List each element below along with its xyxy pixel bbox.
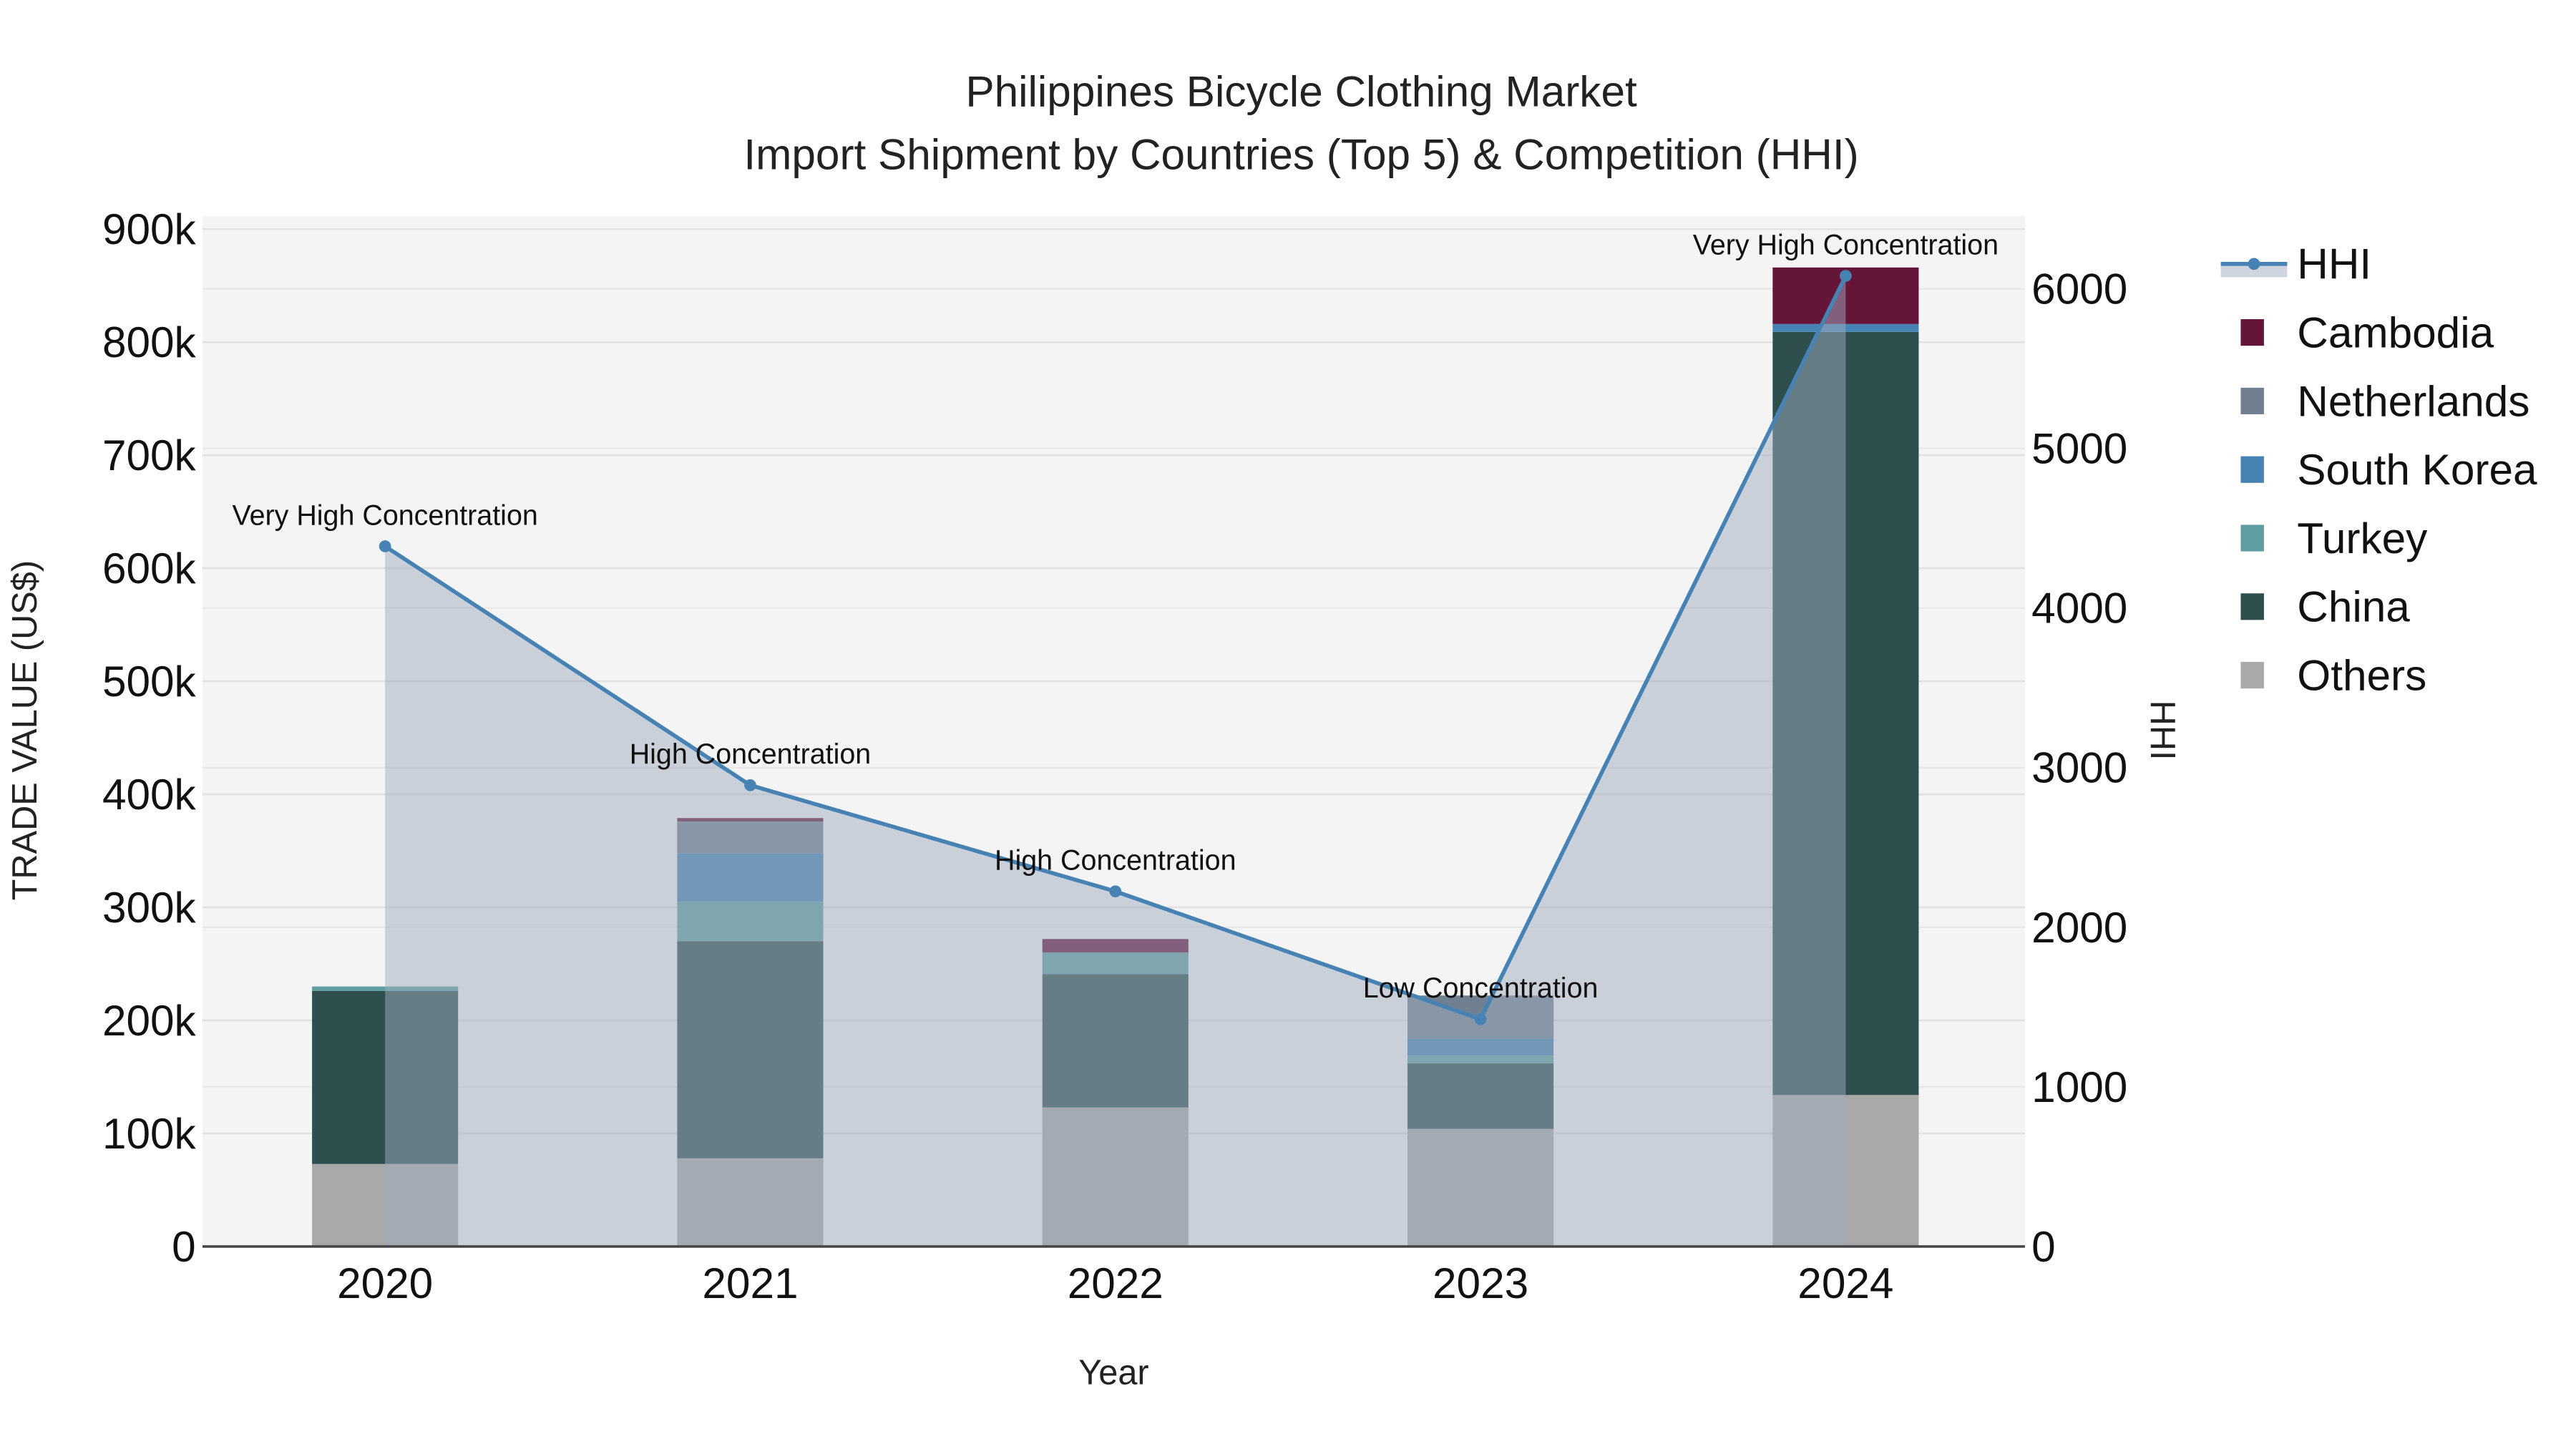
y2-tick-label: 6000 (2031, 264, 2127, 313)
y-tick-label: 700k (102, 431, 197, 479)
legend: HHI Cambodia Netherlands South Korea Turkey C… (2220, 240, 2537, 699)
x-tick-label: 2022 (1068, 1259, 1163, 1307)
y2-axis-ticks: 0 1000 2000 3000 4000 5000 6000 (2031, 264, 2127, 1270)
legend-label: Others (2297, 650, 2426, 699)
y-tick-label: 500k (102, 657, 197, 706)
y-tick-label: 800k (102, 318, 197, 366)
legend-swatch-china (2240, 593, 2264, 620)
y2-axis-label: HHI (2143, 701, 2182, 761)
legend-swatch-netherlands (2240, 387, 2264, 414)
legend-label: South Korea (2297, 445, 2537, 494)
x-axis-ticks: 2020 2021 2022 2023 2024 (337, 1259, 1893, 1307)
hhi-annotation: High Concentration (630, 738, 871, 770)
hhi-annotation: Low Concentration (1363, 972, 1599, 1004)
hhi-import-chart: Philippines Bicycle Clothing Market Impo… (6, 67, 2537, 1392)
y-tick-label: 600k (102, 544, 197, 592)
hhi-point (1474, 1013, 1487, 1025)
legend-hhi-marker (2248, 258, 2260, 270)
hhi-annotation: High Concentration (995, 845, 1236, 877)
hhi-annotation: Very High Concentration (1693, 229, 1999, 260)
x-axis-label: Year (1078, 1354, 1148, 1392)
legend-swatch-others (2240, 662, 2264, 689)
chart-subtitle: Import Shipment by Countries (Top 5) & C… (743, 130, 1858, 179)
chart-title: Philippines Bicycle Clothing Market (965, 67, 1637, 115)
y-tick-label: 200k (102, 996, 197, 1045)
y-tick-label: 400k (102, 770, 197, 819)
hhi-point (379, 540, 391, 552)
hhi-point (744, 779, 756, 791)
x-tick-label: 2024 (1797, 1259, 1893, 1307)
x-tick-label: 2021 (702, 1259, 798, 1307)
legend-swatch-south-korea (2240, 456, 2264, 483)
y-tick-label: 100k (102, 1109, 197, 1158)
legend-label: Netherlands (2297, 376, 2529, 425)
y-tick-label: 900k (102, 205, 197, 253)
x-tick-label: 2023 (1433, 1259, 1528, 1307)
legend-label: Cambodia (2297, 308, 2494, 356)
x-tick-label: 2020 (337, 1259, 433, 1307)
y2-tick-label: 2000 (2031, 903, 2127, 952)
hhi-point (1109, 885, 1122, 898)
y-tick-label: 0 (172, 1222, 196, 1271)
y-axis-label: TRADE VALUE (US$) (6, 560, 44, 900)
legend-label: Turkey (2297, 514, 2428, 562)
hhi-annotation: Very High Concentration (232, 499, 537, 531)
legend-swatch-turkey (2240, 525, 2264, 552)
y2-tick-label: 4000 (2031, 584, 2127, 633)
legend-label: HHI (2297, 240, 2371, 288)
y2-tick-label: 5000 (2031, 424, 2127, 473)
y2-tick-label: 1000 (2031, 1063, 2127, 1111)
y-axis-ticks: 0 100k 200k 300k 400k 500k 600k 700k 800k 900k (102, 205, 197, 1271)
hhi-point (1840, 270, 1852, 282)
y-tick-label: 300k (102, 883, 197, 932)
legend-label: China (2297, 582, 2410, 631)
y2-tick-label: 3000 (2031, 743, 2127, 792)
y2-tick-label: 0 (2031, 1222, 2056, 1271)
legend-swatch-cambodia (2240, 319, 2264, 346)
